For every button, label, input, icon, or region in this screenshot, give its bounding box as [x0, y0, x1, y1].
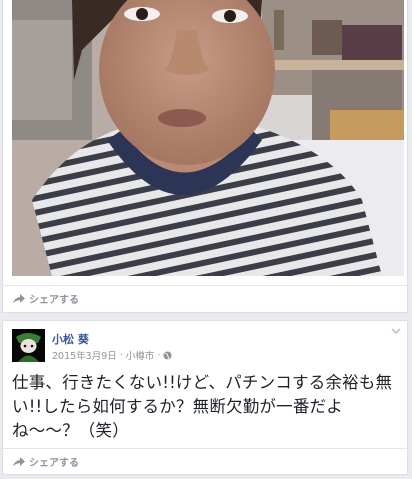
- post1-action-bar: シェアする: [3, 285, 407, 311]
- globe-icon[interactable]: [163, 350, 172, 360]
- share-arrow-icon: [13, 293, 25, 303]
- share-button[interactable]: シェアする: [13, 454, 79, 469]
- text-post-card: 小松 葵 2015年3月9日 · 小樽市 · 仕事、行きたくない!!けど、パチン…: [2, 320, 408, 475]
- post2-action-bar: シェアする: [3, 448, 407, 474]
- meta-separator: ·: [119, 349, 123, 361]
- post-header: 小松 葵 2015年3月9日 · 小樽市 ·: [12, 329, 392, 365]
- post-photo[interactable]: [12, 0, 404, 276]
- post-text: 仕事、行きたくない!!けど、パチンコする余裕も無い!!したら如何するか？無断欠勤…: [12, 373, 393, 440]
- share-button[interactable]: シェアする: [13, 291, 79, 306]
- post-photo-image: [12, 0, 404, 276]
- photo-post-card: シェアする: [2, 0, 408, 313]
- share-label: シェアする: [29, 295, 79, 306]
- post-location[interactable]: 小樽市: [126, 348, 155, 362]
- share-arrow-icon: [13, 456, 25, 466]
- meta-separator: ·: [157, 349, 161, 361]
- post-meta: 2015年3月9日 · 小樽市 ·: [52, 348, 172, 362]
- author-name[interactable]: 小松 葵: [52, 331, 89, 347]
- chevron-down-icon[interactable]: [391, 327, 401, 335]
- post-date[interactable]: 2015年3月9日: [52, 348, 117, 362]
- avatar[interactable]: [12, 329, 45, 362]
- share-label: シェアする: [29, 458, 79, 469]
- avatar-image: [12, 329, 45, 362]
